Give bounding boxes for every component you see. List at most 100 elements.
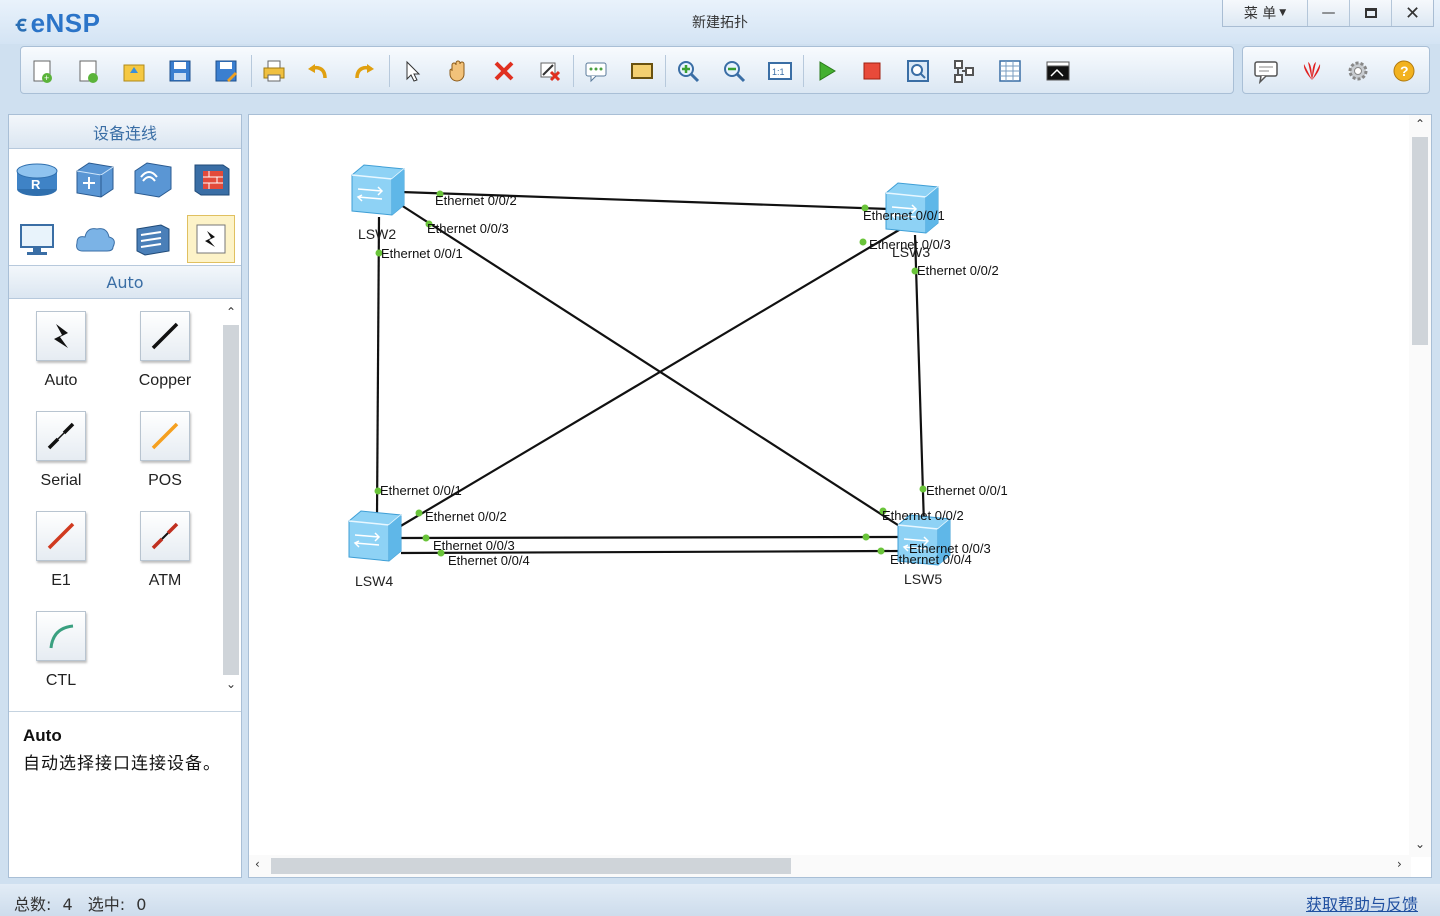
total-count: 4 [62,895,73,914]
grid-icon[interactable] [995,56,1025,86]
pc-category-icon[interactable] [13,215,61,263]
scroll-up-icon[interactable]: ⌃ [1415,117,1425,131]
cable-label: ATM [148,572,182,589]
port-label: Ethernet 0/0/2 [882,508,964,523]
topology-canvas[interactable]: LSW2 LSW3 LSW4 LSW5 Ethernet 0/0/2 Ether… [248,114,1432,878]
cable-label: Serial [40,472,82,489]
device-label: LSW4 [355,573,393,589]
svg-text:1:1: 1:1 [772,67,785,77]
cable-list: Auto Copper Serial POS E1 ATM CTL [9,301,241,697]
scroll-up-icon[interactable]: ⌃ [226,305,236,319]
save-icon[interactable] [165,56,195,86]
scroll-down-icon[interactable]: ⌄ [1415,837,1425,851]
rectangle-icon[interactable] [627,56,657,86]
link-lsw2-lsw4[interactable] [375,216,381,518]
scrollbar-thumb[interactable] [271,858,791,874]
start-icon[interactable] [811,56,841,86]
cable-serial[interactable]: Serial [9,411,113,490]
serial-cable-icon [36,411,86,461]
canvas-horizontal-scrollbar[interactable]: ‹ › [249,855,1411,877]
link-lsw3-lsw4[interactable] [398,226,905,528]
save-as-icon[interactable] [211,56,241,86]
firewall-category-icon[interactable] [187,155,235,203]
device-label: LSW5 [904,571,942,587]
svg-text:+: + [44,73,49,83]
ctl-cable-icon [36,611,86,661]
close-button[interactable]: ✕ [1391,0,1433,26]
maximize-icon [1364,8,1377,18]
connection-category-icon[interactable] [187,215,235,263]
terminal-icon[interactable] [1043,56,1073,86]
topology-icon[interactable] [949,56,979,86]
open-icon[interactable] [119,56,149,86]
scroll-left-icon[interactable]: ‹ [255,857,260,871]
copper-cable-icon [140,311,190,361]
new-topology-icon[interactable]: + [27,56,57,86]
selected-count: 0 [136,895,147,914]
settings-icon[interactable] [1343,56,1373,86]
minimize-button[interactable]: — [1307,0,1349,26]
port-label: Ethernet 0/0/1 [380,483,462,498]
select-icon[interactable] [397,56,427,86]
text-annotation-icon[interactable] [581,56,611,86]
help-icon[interactable]: ? [1389,56,1419,86]
pan-icon[interactable] [443,56,473,86]
print-icon[interactable] [259,56,289,86]
svg-text:R: R [31,177,41,192]
fit-icon[interactable]: 1:1 [765,56,795,86]
port-label: Ethernet 0/0/3 [869,237,951,252]
cable-atm[interactable]: ATM [113,511,217,590]
device-lsw4[interactable] [348,510,402,562]
delete-icon[interactable] [489,56,519,86]
delete-link-icon[interactable] [535,56,565,86]
maximize-button[interactable] [1349,0,1391,26]
new-example-icon[interactable] [73,56,103,86]
undo-icon[interactable] [303,56,333,86]
cloud-category-icon[interactable] [71,215,119,263]
wireless-category-icon[interactable] [129,155,177,203]
cable-e1[interactable]: E1 [9,511,113,590]
pos-cable-icon [140,411,190,461]
toolbar-separator [389,55,390,87]
port-label: Ethernet 0/0/2 [435,193,517,208]
stop-icon[interactable] [857,56,887,86]
zoom-in-icon[interactable] [673,56,703,86]
cable-ctl[interactable]: CTL [9,611,113,690]
feedback-icon[interactable] [1251,56,1281,86]
redo-icon[interactable] [349,56,379,86]
scrollbar-thumb[interactable] [223,325,239,675]
link-lsw2-lsw5[interactable] [400,204,902,528]
cable-copper[interactable]: Copper [113,311,217,390]
category-header: Auto [9,265,241,299]
canvas-vertical-scrollbar[interactable]: ⌃ ⌄ [1409,115,1431,857]
scrollbar-thumb[interactable] [1412,137,1428,345]
total-label: 总数: [14,895,52,914]
cable-pos[interactable]: POS [113,411,217,490]
toolbar-separator [251,55,252,87]
selected-label: 选中: [87,895,126,914]
other-device-category-icon[interactable] [129,215,177,263]
port-label: Ethernet 0/0/1 [381,246,463,261]
switch-category-icon[interactable] [71,155,119,203]
huawei-icon[interactable] [1297,56,1327,86]
cable-auto[interactable]: Auto [9,311,113,390]
cable-list-scrollbar[interactable]: ⌃ ⌄ [221,303,241,697]
port-label: Ethernet 0/0/2 [425,509,507,524]
scroll-down-icon[interactable]: ⌄ [226,677,236,691]
help-feedback-link[interactable]: 获取帮助与反馈 [1306,891,1418,915]
cable-label: Auto [44,372,78,389]
toolbar-separator [665,55,666,87]
link-lsw3-lsw5[interactable] [913,234,926,526]
router-category-icon[interactable]: R [13,155,61,203]
device-lsw2[interactable] [351,164,405,216]
scroll-right-icon[interactable]: › [1397,857,1402,871]
port-label: Ethernet 0/0/4 [448,553,530,568]
toolbar-separator [573,55,574,87]
port-label: Ethernet 0/0/4 [890,552,972,567]
panel-header: 设备连线 [9,115,241,149]
close-icon: ✕ [1404,2,1421,24]
menu-button[interactable]: 菜 单 ▼ [1223,0,1307,26]
capture-icon[interactable] [903,56,933,86]
description-panel: Auto 自动选择接口连接设备。 [9,711,241,877]
zoom-out-icon[interactable] [719,56,749,86]
